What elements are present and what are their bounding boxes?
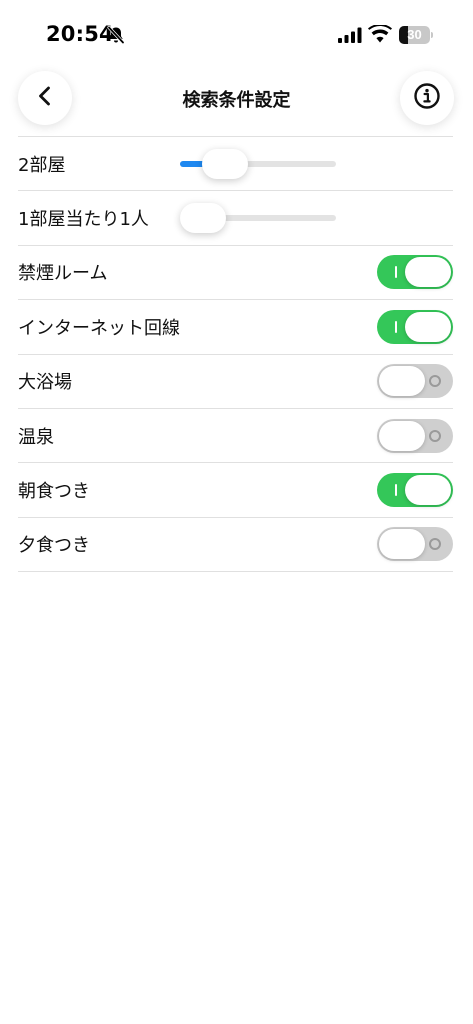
toggle-row-large-bath: 大浴場 [18, 355, 453, 409]
battery-level: 30 [407, 27, 422, 42]
battery-body: 30 [399, 26, 430, 44]
guests-slider-thumb[interactable] [180, 203, 226, 234]
non-smoking-toggle[interactable] [377, 255, 453, 290]
breakfast-toggle[interactable] [377, 473, 453, 508]
battery-cap [431, 32, 433, 38]
bell-slash-icon [106, 25, 126, 45]
rooms-label: 2部屋 [18, 154, 66, 176]
battery-icon: 30 [399, 26, 433, 44]
toggle-off-mark [429, 375, 441, 388]
non-smoking-label: 禁煙ルーム [18, 263, 108, 285]
toggle-knob [405, 475, 451, 506]
guests-slider[interactable] [180, 203, 336, 234]
rooms-slider[interactable] [180, 148, 336, 179]
large-bath-toggle[interactable] [377, 364, 453, 399]
status-bar: 20:54 30 [0, 0, 473, 64]
toggle-on-mark [395, 484, 397, 497]
toggle-off-mark [429, 538, 441, 551]
hot-spring-label: 温泉 [18, 426, 54, 448]
toggle-on-mark [395, 266, 397, 279]
dinner-label: 夕食つき [18, 535, 90, 557]
toggle-row-non-smoking: 禁煙ルーム [18, 246, 453, 301]
toggle-off-mark [429, 429, 441, 442]
large-bath-label: 大浴場 [18, 372, 72, 394]
toggle-row-breakfast: 朝食つき [18, 463, 453, 518]
slider-row-guests: 1部屋当たり1人 [18, 191, 453, 246]
guests-per-room-label: 1部屋当たり1人 [18, 209, 149, 231]
toggle-row-hot-spring: 温泉 [18, 409, 453, 464]
toggle-knob [379, 420, 425, 451]
internet-label: インターネット回線 [18, 317, 180, 339]
hot-spring-toggle[interactable] [377, 418, 453, 453]
toggle-knob [379, 529, 425, 560]
toggle-row-dinner: 夕食つき [18, 518, 453, 573]
dinner-toggle[interactable] [377, 527, 453, 562]
toggle-knob [405, 311, 451, 342]
internet-toggle[interactable] [377, 309, 453, 344]
cellular-signal-icon [338, 27, 362, 43]
toggle-row-internet: インターネット回線 [18, 300, 453, 355]
toggle-on-mark [395, 320, 397, 333]
settings-list: 2部屋 1部屋当たり1人 禁煙ルーム インターネット回線 大浴場 温泉 朝食つき… [18, 136, 453, 573]
toggle-knob [405, 257, 451, 288]
toggle-knob [379, 366, 425, 397]
header: 検索条件設定 [0, 70, 473, 130]
info-button[interactable] [400, 71, 454, 125]
slider-row-rooms: 2部屋 [18, 137, 453, 192]
breakfast-label: 朝食つき [18, 481, 90, 503]
status-time: 20:54 [46, 22, 114, 46]
info-circle-icon [413, 82, 441, 114]
wifi-icon [368, 24, 392, 43]
rooms-slider-thumb[interactable] [202, 148, 248, 179]
